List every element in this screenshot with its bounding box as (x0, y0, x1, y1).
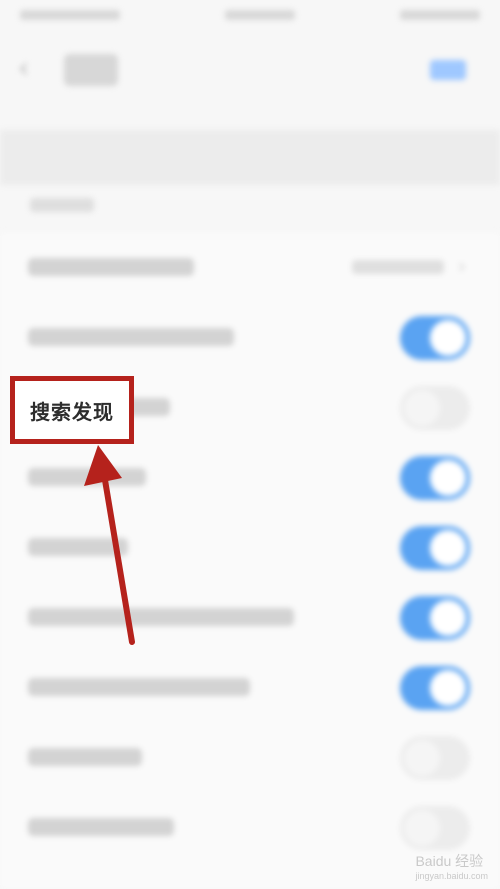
setting-label (28, 328, 234, 346)
setting-toggle[interactable] (400, 736, 470, 780)
setting-label (28, 538, 128, 556)
clock-indicator (225, 10, 295, 20)
setting-label (28, 678, 250, 696)
setting-toggle[interactable] (400, 666, 470, 710)
chevron-right-icon: › (458, 254, 466, 278)
watermark: Baidu 经验 jingyan.baidu.com (415, 851, 488, 881)
setting-label (28, 258, 194, 276)
status-bar (0, 0, 500, 30)
highlight-callout: 搜索发现 (10, 376, 134, 444)
setting-row (0, 582, 500, 652)
setting-row (0, 302, 500, 372)
setting-row-select[interactable]: › (0, 232, 500, 302)
section-header (30, 198, 94, 212)
setting-row (0, 442, 500, 512)
battery-indicator (400, 10, 480, 20)
setting-toggle[interactable] (400, 526, 470, 570)
callout-label: 搜索发现 (30, 399, 114, 424)
setting-toggle[interactable] (400, 456, 470, 500)
nav-action-button[interactable] (430, 60, 466, 80)
setting-row (0, 652, 500, 722)
setting-toggle[interactable] (400, 386, 470, 430)
settings-screen: ‹ › 搜索发现 Baidu 经验 jingyan.baidu.com (0, 0, 500, 889)
chevron-left-icon[interactable]: ‹ (18, 50, 42, 86)
carrier-indicator (20, 10, 120, 20)
page-title (64, 54, 118, 86)
setting-row (0, 722, 500, 792)
watermark-domain: jingyan.baidu.com (415, 871, 488, 881)
setting-toggle[interactable] (400, 316, 470, 360)
watermark-brand: Baidu 经验 (415, 853, 484, 869)
setting-toggle[interactable] (400, 806, 470, 850)
navigation-bar: ‹ (0, 40, 500, 100)
settings-list: › (0, 232, 500, 889)
setting-label (28, 468, 146, 486)
setting-value (352, 260, 444, 274)
setting-label (28, 608, 294, 626)
setting-toggle[interactable] (400, 596, 470, 640)
section-gap (0, 130, 500, 185)
setting-label (28, 748, 142, 766)
setting-row (0, 512, 500, 582)
setting-label (28, 818, 174, 836)
